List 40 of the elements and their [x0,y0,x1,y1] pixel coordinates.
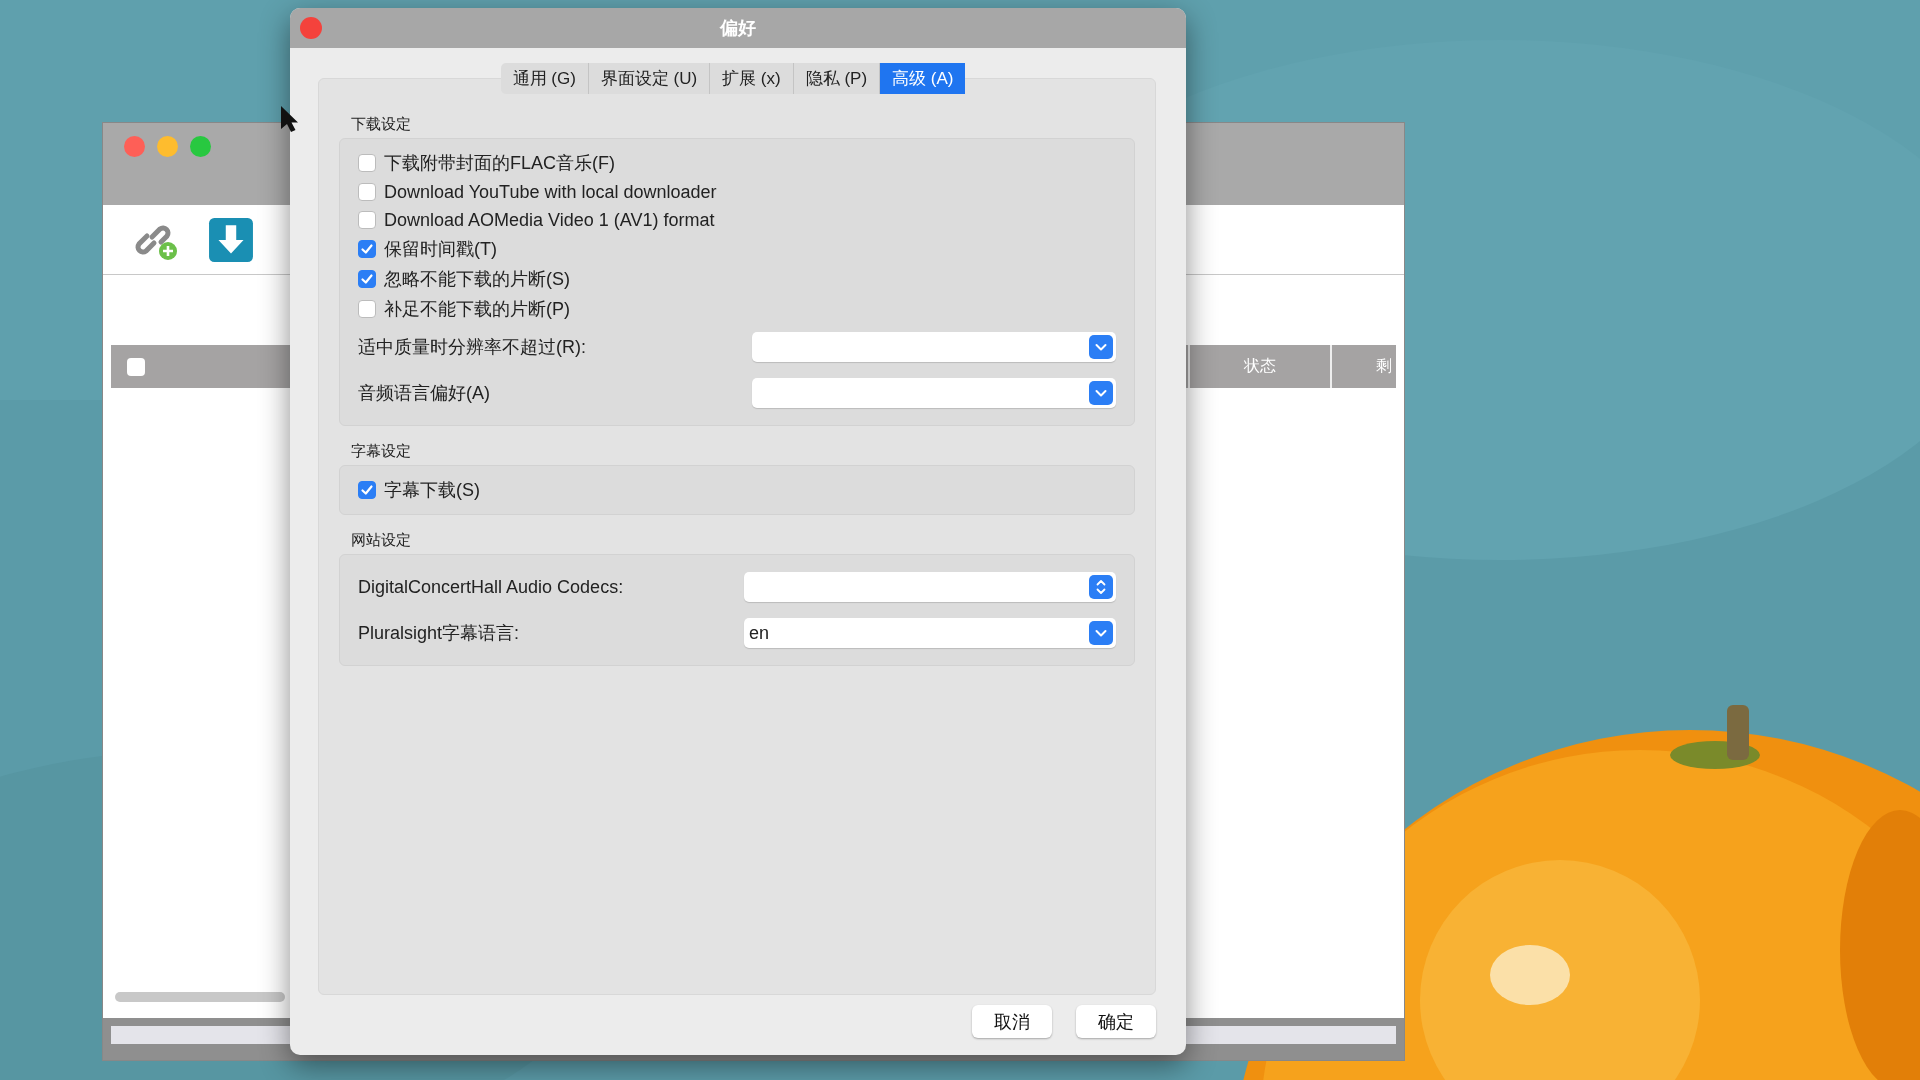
minimize-icon[interactable] [157,136,178,157]
chevron-down-icon [1089,621,1113,645]
checkbox-label[interactable]: 补足不能下载的片断(P) [384,297,570,321]
cursor-icon [281,106,298,132]
checkbox-label[interactable]: Download YouTube with local downloader [384,181,717,203]
chevron-down-icon [1089,381,1113,405]
field-label: DigitalConcertHall Audio Codecs: [358,576,624,598]
close-icon[interactable] [124,136,145,157]
field-label: Pluralsight字幕语言: [358,622,520,645]
cancel-button[interactable]: 取消 [972,1005,1052,1038]
checkbox[interactable] [358,240,376,258]
ok-button[interactable]: 确定 [1076,1005,1156,1038]
checkbox[interactable] [358,270,376,288]
close-icon[interactable] [300,17,322,39]
checkbox[interactable] [358,481,376,499]
window-title: 偏好 [720,17,756,40]
tab[interactable]: 高级 (A) [880,63,966,94]
field-label: 适中质量时分辨率不超过(R): [358,336,586,359]
checkbox-label[interactable]: 下载附带封面的FLAC音乐(F) [384,151,615,175]
dropdown[interactable]: en [744,618,1116,648]
field-label: 音频语言偏好(A) [358,382,490,405]
scrollbar[interactable] [115,992,285,1002]
download-icon[interactable] [208,216,254,263]
checkbox[interactable] [358,154,376,172]
checkbox-label[interactable]: 忽略不能下载的片断(S) [384,267,570,291]
section-title: 下载设定 [351,115,411,134]
chevron-down-icon [1089,335,1113,359]
dropdown[interactable] [752,378,1116,408]
checkbox-label[interactable]: 保留时间戳(T) [384,237,497,261]
checkbox-label[interactable]: Download AOMedia Video 1 (AV1) format [384,209,715,231]
checkbox[interactable] [358,183,376,201]
section-title: 网站设定 [351,531,411,550]
checkbox[interactable] [358,300,376,318]
section-title: 字幕设定 [351,442,411,461]
checkbox[interactable] [358,211,376,229]
dropdown[interactable] [752,332,1116,362]
up-down-arrows-icon [1089,575,1113,599]
checkbox-label[interactable]: 字幕下载(S) [384,478,480,502]
select-all-checkbox[interactable] [127,357,145,376]
dropdown[interactable] [744,572,1116,602]
